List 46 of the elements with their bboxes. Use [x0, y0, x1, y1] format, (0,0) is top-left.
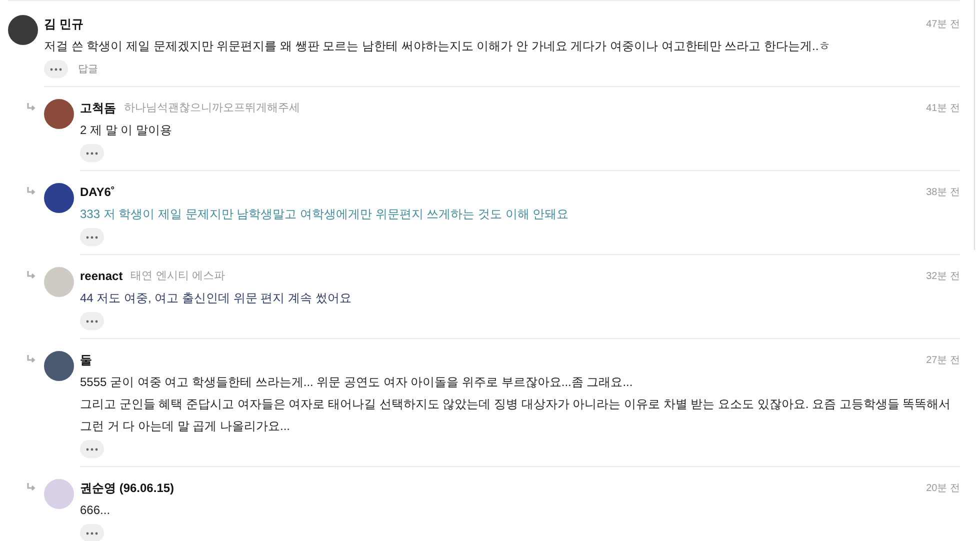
- author-name: 김 민규: [44, 16, 84, 33]
- more-icon: [86, 236, 98, 238]
- more-button[interactable]: [80, 312, 104, 330]
- comment-text: 그리고 군인들 혜택 준답시고 여자들은 여자로 태어나길 선택하지도 않았는데 징병 대상자가 아니라는 이유로 차별 받는 요소도 있잖아요. 요즘 고등학생들 똑똑해서: [80, 396, 952, 413]
- avatar: [44, 183, 74, 213]
- author-tagline: 하나님석괜찮으니까오프뛰게해주세: [124, 100, 300, 116]
- reply-link[interactable]: 답글: [78, 62, 98, 76]
- avatar: [44, 99, 74, 129]
- more-icon: [86, 532, 98, 534]
- author-name: DAY6˚: [80, 184, 115, 201]
- reply-arrow-icon: [26, 270, 36, 280]
- avatar: [44, 351, 74, 381]
- more-button[interactable]: [80, 440, 104, 458]
- author-name: 둘: [80, 352, 92, 369]
- comment-text: 5555 굳이 여중 여고 학생들한테 쓰라는게... 위문 공연도 여자 아이돌을 위주로 부르잖아요...좀 그래요...: [80, 374, 634, 391]
- author-name: reenact: [80, 268, 123, 285]
- more-icon: [86, 320, 98, 322]
- author-name: 고척돔: [80, 100, 116, 117]
- comment-text: 저걸 쓴 학생이 제일 문제겠지만 위문편지를 왜 쌩판 모르는 남한테 써야하는지도 이해가 안 가네요 게다가 여중이나 여고한테만 쓰라고 한다는게..ㅎ: [44, 38, 832, 55]
- more-icon: [86, 152, 98, 154]
- more-button[interactable]: [44, 60, 68, 78]
- comment-text: 44 저도 여중, 여고 출신인데 위문 편지 계속 썼어요: [80, 290, 352, 307]
- more-icon: [86, 448, 98, 450]
- more-icon: [50, 68, 62, 70]
- comment-text: 그런 거 다 아는데 말 곱게 나올리가요...: [80, 418, 292, 435]
- comment-time: 27분 전: [926, 354, 960, 368]
- reply-arrow-icon: [26, 102, 36, 112]
- comment-text: 666...: [80, 502, 112, 519]
- comment-time: 38분 전: [926, 186, 960, 200]
- comment-time: 41분 전: [926, 102, 960, 116]
- avatar: [8, 15, 38, 45]
- avatar: [44, 267, 74, 297]
- author-tagline: 태연 엔시티 에스파: [130, 268, 225, 284]
- comment-time: 47분 전: [926, 18, 960, 32]
- comment-text: 333 저 학생이 제일 문제지만 남학생말고 여학생에게만 위문편지 쓰게하는 것도 이해 안돼요: [80, 206, 570, 223]
- more-button[interactable]: [80, 524, 104, 541]
- comment-time: 20분 전: [926, 482, 960, 496]
- reply-arrow-icon: [26, 482, 36, 492]
- author-name: 권순영 (96.06.15): [80, 480, 174, 497]
- reply-arrow-icon: [26, 186, 36, 196]
- reply-arrow-icon: [26, 354, 36, 364]
- comment-text: 2 제 말 이 말이용: [80, 122, 174, 139]
- more-button[interactable]: [80, 228, 104, 246]
- comment-time: 32분 전: [926, 270, 960, 284]
- avatar: [44, 479, 74, 509]
- more-button[interactable]: [80, 144, 104, 162]
